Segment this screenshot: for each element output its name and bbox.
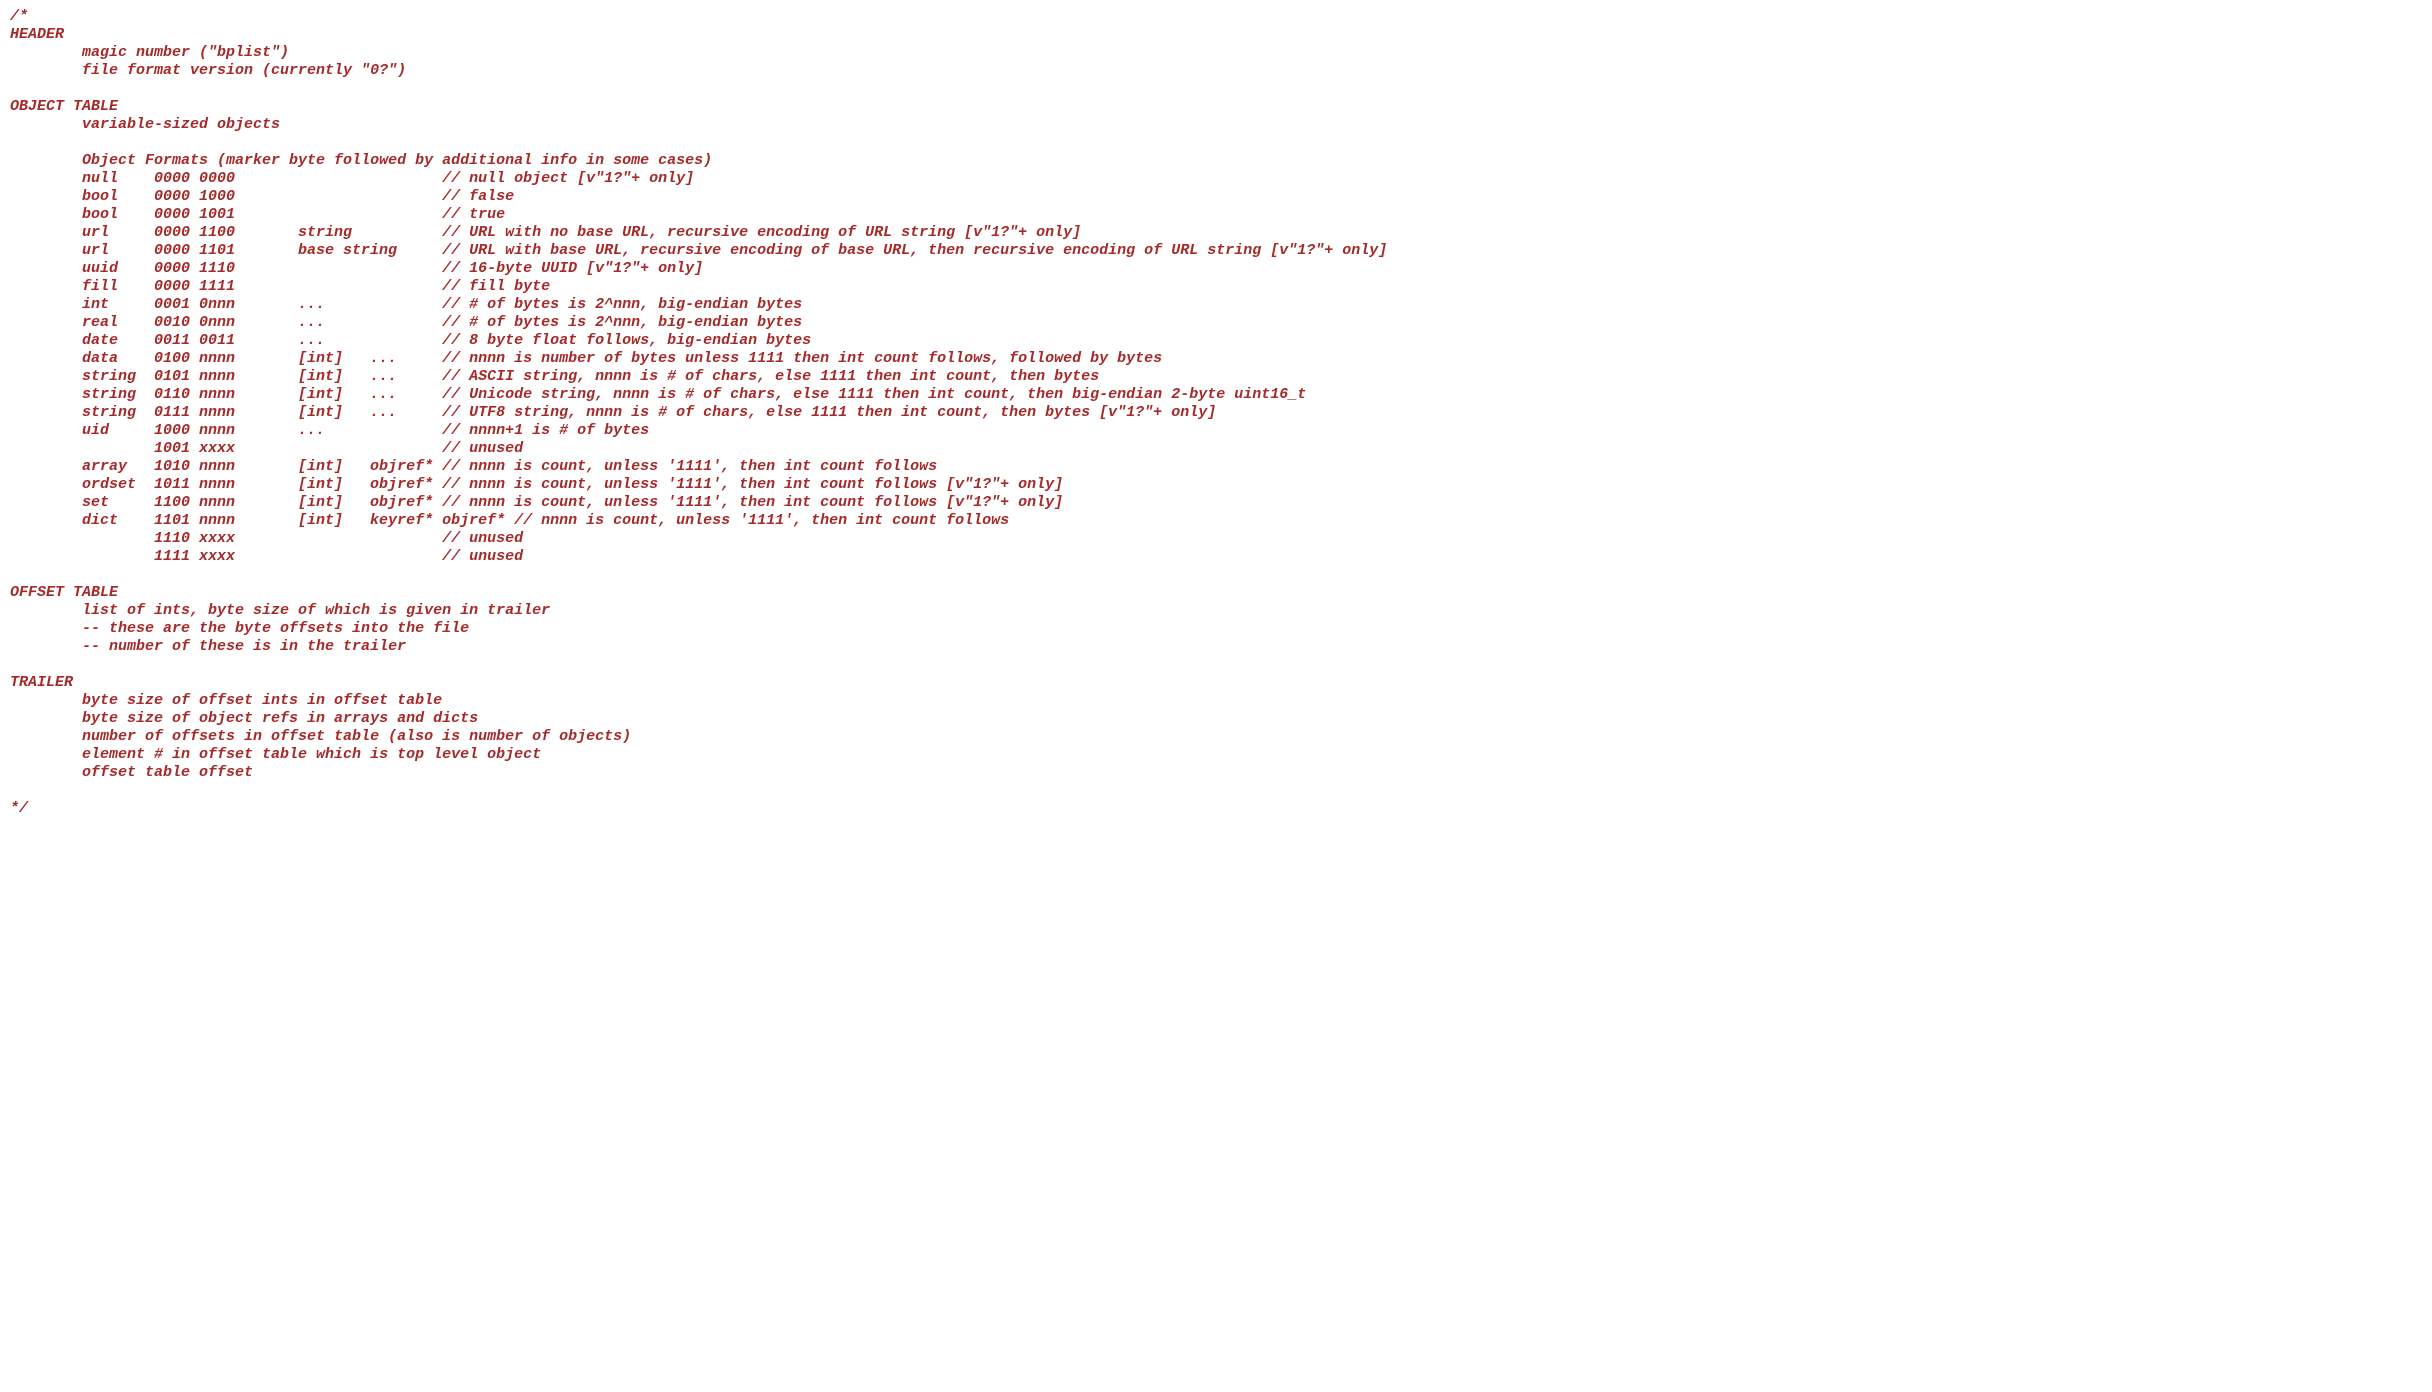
comment-block: /* HEADER magic number ("bplist") file f… <box>0 0 2432 826</box>
object-format-rows: null 0000 0000 // null object [v"1?"+ on… <box>10 170 1387 565</box>
header-line: file format version (currently "0?") <box>82 62 406 79</box>
trailer-line: number of offsets in offset table (also … <box>82 728 631 745</box>
offset-table-title: OFFSET TABLE <box>10 584 118 601</box>
offset-table-line: list of ints, byte size of which is give… <box>82 602 550 619</box>
trailer-line: element # in offset table which is top l… <box>82 746 541 763</box>
trailer-line: byte size of offset ints in offset table <box>82 692 442 709</box>
offset-table-line: -- number of these is in the trailer <box>82 638 406 655</box>
comment-close: */ <box>10 800 28 817</box>
comment-open: /* <box>10 8 28 25</box>
object-table-title: OBJECT TABLE <box>10 98 118 115</box>
trailer-line: byte size of object refs in arrays and d… <box>82 710 478 727</box>
object-table-intro: variable-sized objects <box>82 116 280 133</box>
offset-table-line: -- these are the byte offsets into the f… <box>82 620 469 637</box>
header-title: HEADER <box>10 26 64 43</box>
object-formats-header: Object Formats (marker byte followed by … <box>82 152 712 169</box>
trailer-title: TRAILER <box>10 674 73 691</box>
header-line: magic number ("bplist") <box>82 44 289 61</box>
trailer-line: offset table offset <box>82 764 253 781</box>
